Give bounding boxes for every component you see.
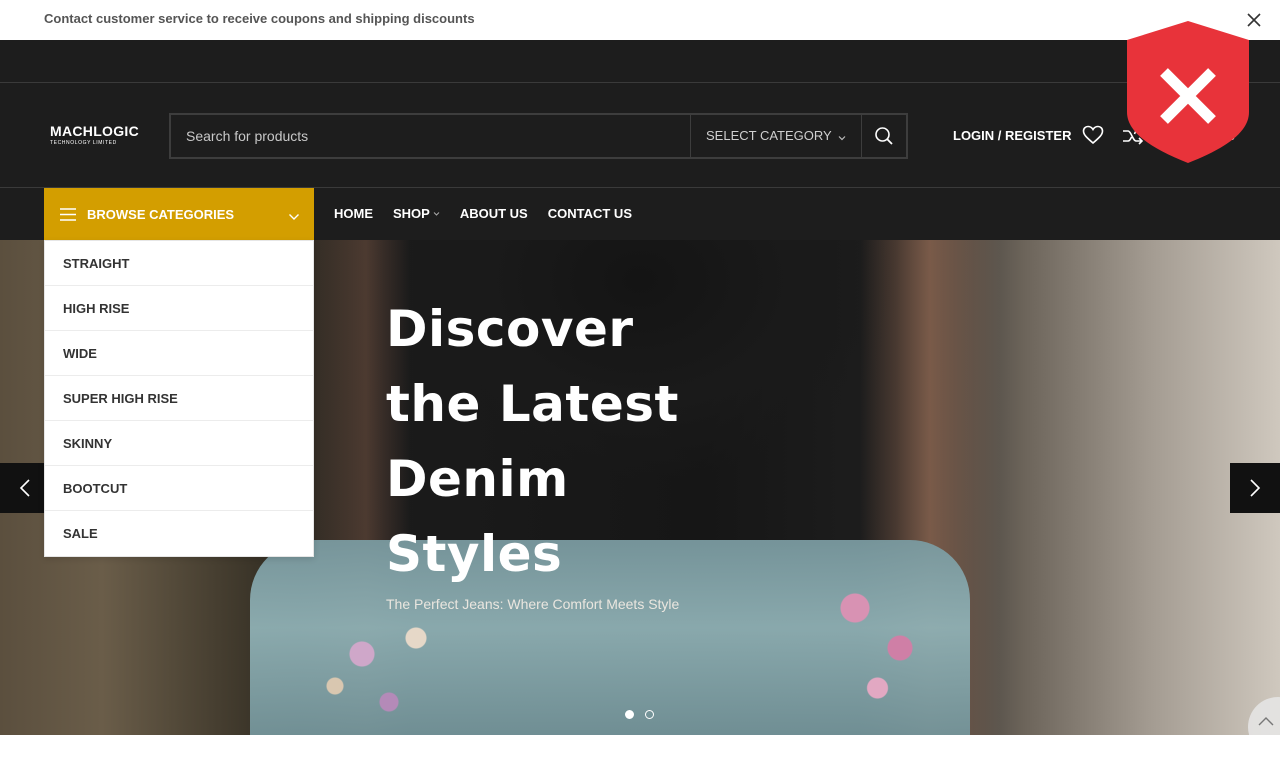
category-item-wide[interactable]: WIDE (45, 331, 313, 376)
chevron-left-icon (19, 479, 30, 497)
main-nav: BROWSE CATEGORIES HOME SHOP ABOUT US CON… (0, 188, 1280, 240)
category-select[interactable]: SELECT CATEGORY (690, 115, 861, 157)
hero-image-flowers (810, 560, 960, 720)
slider-next-button[interactable] (1230, 463, 1280, 513)
hero-subtitle: The Perfect Jeans: Where Comfort Meets S… (386, 596, 680, 612)
browse-categories-label: BROWSE CATEGORIES (87, 207, 235, 222)
promo-bar: Contact customer service to receive coup… (0, 0, 1280, 40)
header: MACHLOGIC TECHNOLOGY LIMITED SELECT CATE… (0, 83, 1280, 188)
chevron-right-icon (1250, 479, 1261, 497)
nav-item-label: SHOP (393, 206, 430, 221)
nav-item-label: HOME (334, 206, 373, 221)
hero-title: Discover the Latest Denim Styles (386, 292, 716, 592)
promo-text: Contact customer service to receive coup… (44, 11, 475, 26)
search-input[interactable] (171, 115, 690, 157)
nav-item-home[interactable]: HOME (334, 206, 373, 221)
search-form: SELECT CATEGORY (169, 113, 908, 159)
slider-prev-button[interactable] (0, 463, 50, 513)
browse-categories-button[interactable]: BROWSE CATEGORIES (44, 188, 314, 240)
search-icon (875, 127, 893, 145)
category-item-super-high-rise[interactable]: SUPER HIGH RISE (45, 376, 313, 421)
heart-icon[interactable] (1082, 125, 1104, 145)
category-select-label: SELECT CATEGORY (706, 128, 832, 143)
category-item-sale[interactable]: SALE (45, 511, 313, 556)
nav-menu: HOME SHOP ABOUT US CONTACT US (334, 206, 652, 221)
nav-item-shop[interactable]: SHOP (393, 206, 440, 221)
chevron-up-icon (1258, 717, 1274, 726)
category-item-high-rise[interactable]: HIGH RISE (45, 286, 313, 331)
slider-dot[interactable] (625, 710, 634, 719)
chevron-down-icon (288, 209, 300, 220)
category-item-bootcut[interactable]: BOOTCUT (45, 466, 313, 511)
logo-main: MACHLOGIC (50, 123, 140, 139)
category-item-straight[interactable]: STRAIGHT (45, 241, 313, 286)
slider-dot[interactable] (645, 710, 654, 719)
menu-icon (60, 208, 76, 221)
category-item-skinny[interactable]: SKINNY (45, 421, 313, 466)
nav-item-label: ABOUT US (459, 206, 528, 221)
scroll-to-top-button[interactable] (1248, 697, 1280, 735)
chevron-down-icon (433, 211, 440, 216)
hero-title-line: Discover (386, 300, 634, 358)
nav-item-contact[interactable]: CONTACT US (548, 206, 632, 221)
logo-sub: TECHNOLOGY LIMITED (50, 140, 117, 146)
top-strip (0, 40, 1280, 83)
login-register-link[interactable]: LOGIN / REGISTER (953, 128, 1071, 143)
category-dropdown: STRAIGHT HIGH RISE WIDE SUPER HIGH RISE … (44, 240, 314, 557)
hero-title-line: the Latest (386, 375, 679, 433)
shield-x-icon (1126, 20, 1250, 164)
search-button[interactable] (861, 115, 906, 157)
slider-dots (625, 710, 654, 719)
logo[interactable]: MACHLOGIC TECHNOLOGY LIMITED (50, 124, 140, 146)
chevron-down-icon (837, 130, 847, 141)
hero-title-line: Styles (386, 525, 563, 583)
nav-item-label: CONTACT US (547, 206, 632, 221)
hero-title-line: Denim (386, 450, 569, 508)
nav-item-about[interactable]: ABOUT US (460, 206, 528, 221)
